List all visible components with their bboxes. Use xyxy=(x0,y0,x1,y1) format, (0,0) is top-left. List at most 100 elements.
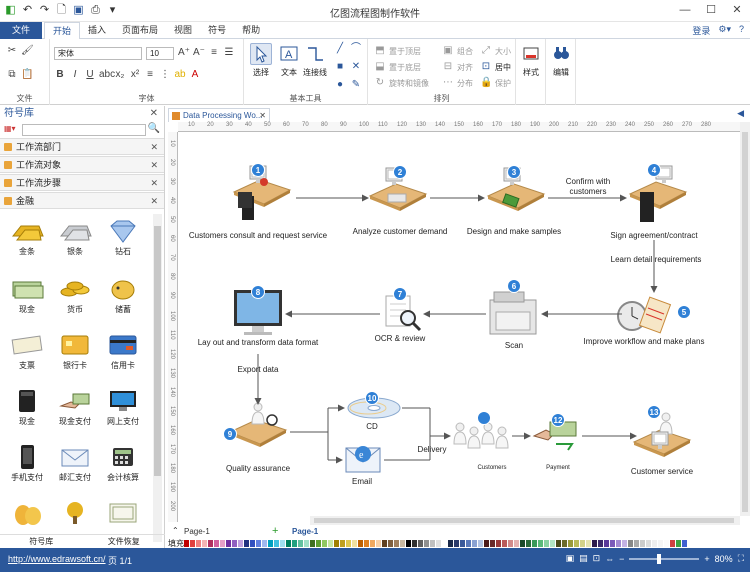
color-swatch[interactable] xyxy=(244,540,249,547)
line-spacing-icon[interactable]: ≡ xyxy=(208,47,220,59)
shape-currency[interactable]: 货币 xyxy=(50,276,100,315)
canvas-vertical-scrollbar[interactable] xyxy=(740,122,750,516)
line-shape-icon[interactable]: ╱ xyxy=(334,43,346,55)
bullets-icon[interactable]: ⋮ xyxy=(159,69,171,81)
group-button[interactable]: 组合 xyxy=(457,46,473,57)
close-category-icon[interactable]: ✕ xyxy=(150,193,158,210)
close-document-icon[interactable]: ✕ xyxy=(259,109,266,122)
maximize-button[interactable]: ☐ xyxy=(698,0,724,20)
color-swatch[interactable] xyxy=(586,540,591,547)
shape-money-tree[interactable] xyxy=(50,500,100,528)
color-swatch[interactable] xyxy=(364,540,369,547)
fit-width-icon[interactable]: ⇔ xyxy=(605,554,614,564)
color-swatch[interactable] xyxy=(460,540,465,547)
color-swatch[interactable] xyxy=(580,540,585,547)
step-7-node[interactable] xyxy=(385,295,422,332)
shape-gold-bar[interactable]: 金条 xyxy=(2,218,52,257)
color-swatch[interactable] xyxy=(184,540,189,547)
color-swatch[interactable] xyxy=(448,540,453,547)
shape-cash-wallet[interactable]: 现金 xyxy=(2,388,52,427)
color-swatch[interactable] xyxy=(196,540,201,547)
distribute-button[interactable]: 分布 xyxy=(457,78,473,89)
shape-online-payment[interactable]: 网上支付 xyxy=(98,388,148,427)
color-swatch[interactable] xyxy=(676,540,681,547)
color-swatch[interactable] xyxy=(202,540,207,547)
color-swatch[interactable] xyxy=(430,540,435,547)
color-swatch[interactable] xyxy=(268,540,273,547)
color-swatch[interactable] xyxy=(418,540,423,547)
step-11-node[interactable] xyxy=(453,422,509,449)
symbol-library-tab[interactable]: 符号库 xyxy=(0,535,83,548)
subscript-icon[interactable]: x₂ xyxy=(114,69,126,81)
category-finance[interactable]: 金融 ✕ xyxy=(0,192,164,209)
shape-cash-payment[interactable]: 现金支付 xyxy=(50,388,100,427)
color-swatch[interactable] xyxy=(346,540,351,547)
edit-button[interactable]: 编辑 xyxy=(548,43,574,78)
email-node[interactable]: e xyxy=(345,446,381,473)
color-swatch[interactable] xyxy=(226,540,231,547)
color-swatch[interactable] xyxy=(262,540,267,547)
font-size-select[interactable]: 10 xyxy=(146,47,174,60)
website-link[interactable]: http://www.edrawsoft.cn/ xyxy=(8,554,106,564)
shape-bank-card[interactable]: 银行卡 xyxy=(50,332,100,371)
color-swatch[interactable] xyxy=(328,540,333,547)
color-swatch[interactable] xyxy=(634,540,639,547)
color-swatch[interactable] xyxy=(442,540,447,547)
color-swatch[interactable] xyxy=(622,540,627,547)
color-swatch[interactable] xyxy=(598,540,603,547)
color-swatch[interactable] xyxy=(310,540,315,547)
step-13-node[interactable] xyxy=(633,412,691,458)
menu-file[interactable]: 文件 xyxy=(0,22,42,39)
close-category-icon[interactable]: ✕ xyxy=(150,157,158,174)
color-swatch[interactable] xyxy=(190,540,195,547)
paste-icon[interactable]: 📋 xyxy=(21,69,33,81)
rect-shape-icon[interactable]: ■ xyxy=(334,61,346,73)
color-swatch[interactable] xyxy=(502,540,507,547)
color-swatch[interactable] xyxy=(238,540,243,547)
color-swatch[interactable] xyxy=(370,540,375,547)
list-icon[interactable]: ☰ xyxy=(223,47,235,59)
color-swatch[interactable] xyxy=(292,540,297,547)
color-swatch[interactable] xyxy=(220,540,225,547)
connector-tool[interactable]: 连接线 xyxy=(302,43,328,78)
settings-icon[interactable]: ⚙▾ xyxy=(718,24,731,37)
color-swatch[interactable] xyxy=(616,540,621,547)
protect-button[interactable]: 保护 xyxy=(495,78,511,89)
color-swatch[interactable] xyxy=(436,540,441,547)
color-swatch[interactable] xyxy=(274,540,279,547)
add-page-button[interactable]: + xyxy=(272,525,278,537)
shape-check[interactable]: 支票 xyxy=(2,332,52,371)
color-swatch[interactable] xyxy=(508,540,513,547)
library-scrollbar[interactable] xyxy=(153,214,162,542)
color-swatch[interactable] xyxy=(550,540,555,547)
page-view-icon[interactable]: ▤ xyxy=(579,553,588,564)
color-swatch[interactable] xyxy=(574,540,579,547)
font-color-icon[interactable]: A xyxy=(189,69,201,81)
cross-icon[interactable]: ✕ xyxy=(350,61,362,73)
login-link[interactable]: 登录 xyxy=(692,24,710,37)
color-swatch[interactable] xyxy=(406,540,411,547)
color-swatch[interactable] xyxy=(490,540,495,547)
format-painter-icon[interactable]: 🖌 xyxy=(21,45,34,57)
collapse-panel-icon[interactable]: ◀ xyxy=(737,108,744,119)
document-tab[interactable]: Data Processing Wo... ✕ xyxy=(168,108,270,122)
category-workflow-departments[interactable]: 工作流部门 ✕ xyxy=(0,138,164,155)
color-swatch[interactable] xyxy=(322,540,327,547)
center-button[interactable]: 居中 xyxy=(495,62,511,73)
color-swatch[interactable] xyxy=(568,540,573,547)
color-swatch[interactable] xyxy=(682,540,687,547)
italic-icon[interactable]: I xyxy=(69,69,81,81)
library-search-input[interactable] xyxy=(22,124,146,136)
color-swatch[interactable] xyxy=(592,540,597,547)
color-swatch[interactable] xyxy=(286,540,291,547)
color-swatch[interactable] xyxy=(520,540,525,547)
cut-icon[interactable]: ✂ xyxy=(6,45,18,57)
color-swatch[interactable] xyxy=(562,540,567,547)
color-swatch[interactable] xyxy=(556,540,561,547)
send-back-button[interactable]: 置于底层 xyxy=(389,62,421,73)
color-swatch[interactable] xyxy=(316,540,321,547)
shape-savings[interactable]: 储蓄 xyxy=(98,276,148,315)
underline-icon[interactable]: U xyxy=(84,69,96,81)
shape-certificate[interactable] xyxy=(98,500,148,528)
pen-icon[interactable]: ✎ xyxy=(350,79,362,91)
